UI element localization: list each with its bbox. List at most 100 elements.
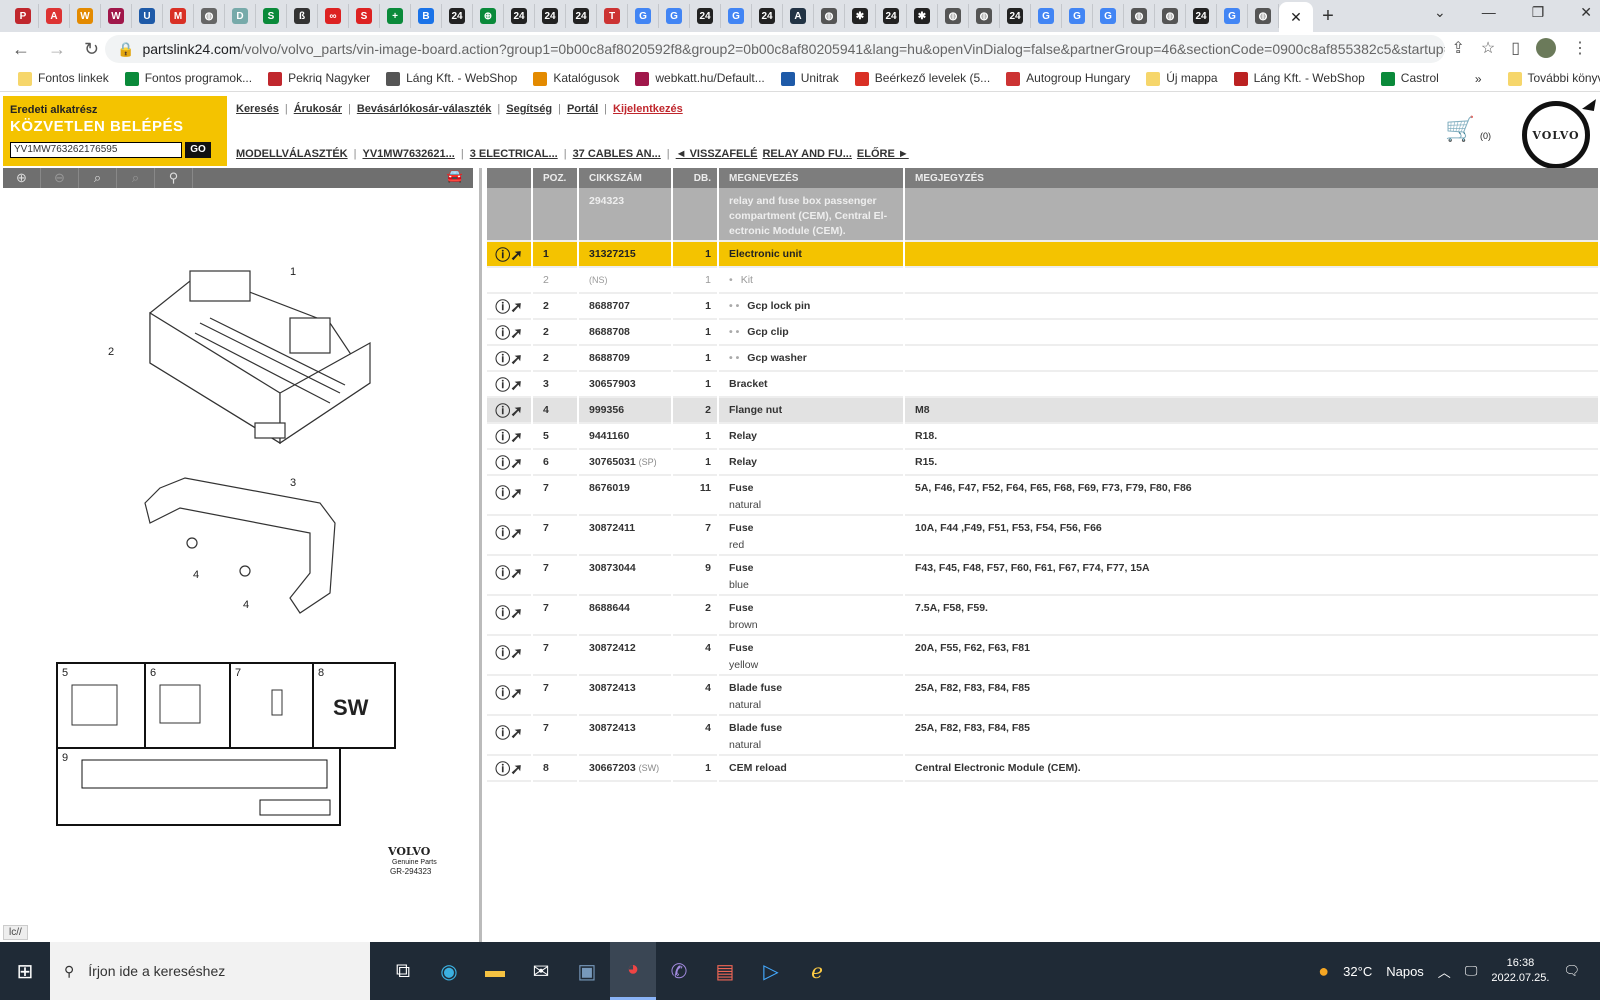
info-arrow-icon[interactable]: ⓘ➚ bbox=[495, 403, 523, 420]
bookmarks-overflow[interactable]: » bbox=[1475, 72, 1482, 86]
info-arrow-icon[interactable]: ⓘ➚ bbox=[495, 325, 523, 342]
callout-2[interactable]: 2 bbox=[108, 346, 114, 358]
nav-link[interactable]: Kijelentkezés bbox=[613, 103, 683, 115]
cell-part-number[interactable]: 30765031 (SP) bbox=[579, 450, 671, 476]
browser-tab[interactable]: ß bbox=[287, 4, 318, 28]
browser-tab[interactable]: ✱ bbox=[907, 4, 938, 28]
browser-tab[interactable]: G bbox=[628, 4, 659, 28]
part-number[interactable]: 30873044 bbox=[589, 562, 636, 574]
browser-tab[interactable]: W bbox=[70, 4, 101, 28]
cell-part-number[interactable]: 8688708 bbox=[579, 320, 671, 346]
breadcrumb-link[interactable]: RELAY AND FU... bbox=[762, 148, 851, 160]
info-arrow-icon[interactable]: ⓘ➚ bbox=[495, 299, 523, 316]
browser-tab[interactable]: D bbox=[225, 4, 256, 28]
panel-splitter[interactable] bbox=[479, 168, 482, 942]
info-arrow-icon[interactable]: ⓘ➚ bbox=[495, 429, 523, 446]
zoom-100-icon[interactable]: ⌕ bbox=[117, 168, 155, 188]
part-number[interactable]: 8676019 bbox=[589, 482, 630, 494]
info-arrow-icon[interactable]: ⓘ➚ bbox=[495, 247, 523, 264]
table-row[interactable]: ⓘ➚ 5 9441160 1 Relay R18. bbox=[487, 424, 1598, 450]
info-arrow-icon[interactable]: ⓘ➚ bbox=[495, 351, 523, 368]
cell-part-number[interactable]: 8688707 bbox=[579, 294, 671, 320]
tray-chevron-icon[interactable]: ︿ bbox=[1438, 962, 1451, 981]
close-tab-icon[interactable]: ✕ bbox=[1290, 9, 1302, 26]
part-number[interactable]: 30872412 bbox=[589, 642, 636, 654]
table-row[interactable]: ⓘ➚ 4 999356 2 Flange nut M8 bbox=[487, 398, 1598, 424]
part-number[interactable]: 9441160 bbox=[589, 430, 629, 442]
col-qty[interactable]: DB. bbox=[673, 168, 717, 188]
part-number[interactable]: 30872411 bbox=[589, 522, 635, 534]
viber-icon[interactable]: ✆ bbox=[656, 942, 702, 1000]
info-arrow-icon[interactable]: ⓘ➚ bbox=[495, 485, 523, 502]
cell-part-number[interactable]: 30872412 bbox=[579, 636, 671, 676]
cell-part-number[interactable]: 9441160 bbox=[579, 424, 671, 450]
nav-link[interactable]: Bevásárlókosár-választék bbox=[357, 103, 492, 115]
cell-part-number[interactable]: 999356 bbox=[579, 398, 671, 424]
active-tab[interactable]: ✕ bbox=[1279, 2, 1313, 32]
bookmark-item[interactable]: Láng Kft. - WebShop bbox=[386, 71, 517, 86]
tab-search-icon[interactable]: ⌄ bbox=[1434, 4, 1446, 21]
table-row[interactable]: ⓘ➚ 7 30872411 7 Fuse red 10A, F44 ,F49, F51, F… bbox=[487, 516, 1598, 556]
callout-4[interactable]: 4 bbox=[193, 569, 199, 581]
browser-tab[interactable]: ◍ bbox=[1124, 4, 1155, 28]
breadcrumb-link[interactable]: MODELLVÁLASZTÉK bbox=[236, 148, 348, 160]
cart-icon[interactable]: 🛒 bbox=[1445, 115, 1475, 144]
browser-tab[interactable]: ◍ bbox=[194, 4, 225, 28]
part-number[interactable]: 8688644 bbox=[589, 602, 630, 614]
cell-part-number[interactable]: 30657903 bbox=[579, 372, 671, 398]
breadcrumb-link[interactable]: YV1MW7632621... bbox=[362, 148, 454, 160]
info-arrow-icon[interactable]: ⓘ➚ bbox=[495, 377, 523, 394]
browser-tab[interactable]: 24 bbox=[566, 4, 597, 28]
callout-4b[interactable]: 4 bbox=[243, 599, 249, 611]
browser-tab[interactable]: 24 bbox=[752, 4, 783, 28]
browser-tab[interactable]: G bbox=[1217, 4, 1248, 28]
browser-tab[interactable]: 24 bbox=[535, 4, 566, 28]
browser-tab[interactable]: B bbox=[411, 4, 442, 28]
bookmark-item[interactable]: Unitrak bbox=[780, 71, 839, 86]
browser-tab[interactable]: G bbox=[659, 4, 690, 28]
task-view-icon[interactable]: ⧉ bbox=[380, 942, 426, 1000]
zoom-area-icon[interactable]: ⌕ bbox=[79, 168, 117, 188]
table-row[interactable]: ⓘ➚ 6 30765031 (SP) 1 Relay R15. bbox=[487, 450, 1598, 476]
share-icon[interactable]: ⇪ bbox=[1451, 38, 1464, 58]
notifications-icon[interactable]: 🗨 bbox=[1563, 963, 1580, 979]
windows-start-icon[interactable]: ⊞ bbox=[0, 959, 50, 984]
network-icon[interactable]: 🖵 bbox=[1465, 963, 1478, 979]
cell-part-number[interactable]: (NS) bbox=[579, 268, 671, 294]
browser-tab[interactable]: ⊕ bbox=[473, 4, 504, 28]
breadcrumb-link[interactable]: ELŐRE ► bbox=[857, 148, 909, 160]
callout-1[interactable]: 1 bbox=[290, 266, 296, 278]
forward-icon[interactable]: → bbox=[48, 39, 66, 60]
browser-tab[interactable]: 24 bbox=[876, 4, 907, 28]
breadcrumb-link[interactable]: ◄ VISSZAFELÉ bbox=[676, 148, 758, 160]
callout-9[interactable]: 9 bbox=[62, 752, 68, 764]
car-icon[interactable]: 🚘 bbox=[447, 168, 463, 188]
bookmark-item[interactable]: Pekriq Nagyker bbox=[268, 71, 370, 86]
zoom-out-icon[interactable]: ⊖ bbox=[41, 168, 79, 188]
table-row[interactable]: ⓘ➚ 7 30873044 9 Fuse blue F43, F45, F48, F57, … bbox=[487, 556, 1598, 596]
nav-link[interactable]: Keresés bbox=[236, 103, 279, 115]
info-arrow-icon[interactable]: ⓘ➚ bbox=[495, 685, 523, 702]
browser-tab[interactable]: ✱ bbox=[845, 4, 876, 28]
browser-tab[interactable]: A bbox=[783, 4, 814, 28]
part-number[interactable]: 8688708 bbox=[589, 326, 630, 338]
go-button[interactable]: GO bbox=[185, 142, 211, 158]
browser-tab[interactable]: T bbox=[597, 4, 628, 28]
browser-tab[interactable]: W bbox=[101, 4, 132, 28]
cell-part-number[interactable]: 30873044 bbox=[579, 556, 671, 596]
info-arrow-icon[interactable]: ⓘ➚ bbox=[495, 565, 523, 582]
cell-part-number[interactable]: 30872411 bbox=[579, 516, 671, 556]
callout-7[interactable]: 7 bbox=[235, 667, 241, 679]
nav-link[interactable]: Portál bbox=[567, 103, 598, 115]
search-icon[interactable]: ⚲ bbox=[155, 168, 193, 188]
bookmark-star-icon[interactable]: ☆ bbox=[1481, 38, 1495, 58]
breadcrumb-link[interactable]: 37 CABLES AN... bbox=[573, 148, 661, 160]
taskbar-search[interactable]: ⚲ Írjon ide a kereséshez bbox=[50, 942, 370, 1000]
browser-tab[interactable]: ◍ bbox=[1248, 4, 1279, 28]
profile-avatar[interactable] bbox=[1536, 38, 1556, 58]
table-row[interactable]: ⓘ➚ 7 8676019 11 Fuse natural 5A, F46, F47, F52… bbox=[487, 476, 1598, 516]
internet-explorer-icon[interactable]: ℯ bbox=[794, 942, 840, 1000]
browser-tab[interactable]: S bbox=[349, 4, 380, 28]
vin-input[interactable]: YV1MW763262176595 bbox=[10, 142, 182, 158]
browser-tab[interactable]: 24 bbox=[690, 4, 721, 28]
